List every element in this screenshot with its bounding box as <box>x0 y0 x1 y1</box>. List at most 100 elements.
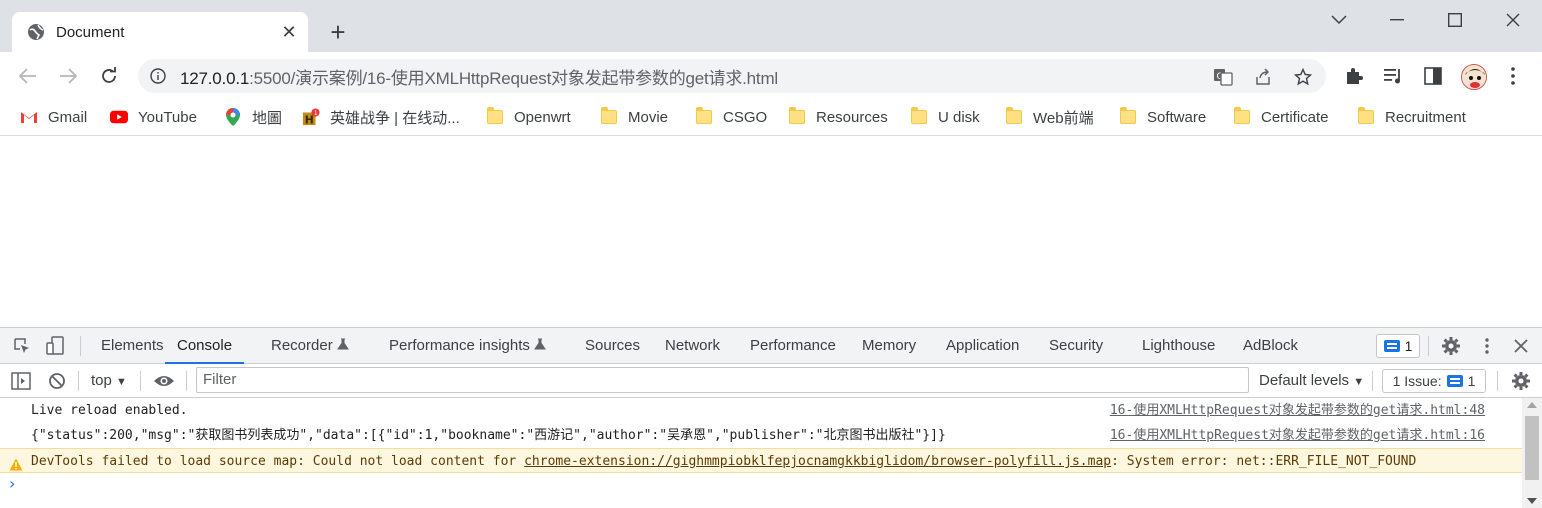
source-map-link[interactable]: chrome-extension://gighmmpiobklfepjocnam… <box>524 454 1111 469</box>
bookmark-star-icon[interactable] <box>1292 66 1314 88</box>
minimize-button[interactable] <box>1368 0 1426 40</box>
settings-gear-icon[interactable] <box>1440 335 1462 357</box>
bookmark-label: 地圖 <box>252 109 283 127</box>
svg-text:1: 1 <box>314 110 318 117</box>
tab-sources[interactable]: Sources <box>585 328 640 364</box>
bookmark-game[interactable]: H1 英雄战争 | 在线动... <box>302 105 460 129</box>
devtools-more-icon[interactable] <box>1476 335 1498 357</box>
sidebar-toggle-icon[interactable] <box>10 370 32 392</box>
bookmark-maps[interactable]: 地圖 <box>224 105 282 129</box>
separator <box>1372 371 1373 391</box>
extensions-puzzle-icon[interactable] <box>1342 64 1366 88</box>
devtools-tabbar: Elements Console Recorder Performance in… <box>0 328 1542 364</box>
browser-toolbar: 127.0.0.1:5500/演示案例/16-使用XMLHttpRequest对… <box>0 52 1542 100</box>
console-scrollbar[interactable] <box>1522 398 1542 508</box>
forward-arrow-icon[interactable] <box>52 60 84 92</box>
flask-icon <box>336 337 349 354</box>
url-text[interactable]: 127.0.0.1:5500/演示案例/16-使用XMLHttpRequest对… <box>180 64 778 89</box>
tab-application[interactable]: Application <box>946 328 1019 364</box>
issues-badge-button[interactable]: 1 <box>1376 334 1420 358</box>
dropdown-arrow-icon: ▼ <box>116 376 127 388</box>
share-icon[interactable] <box>1252 66 1274 88</box>
page-viewport <box>0 137 1542 327</box>
tab-adblock[interactable]: AdBlock <box>1243 328 1298 364</box>
bookmark-label: Movie <box>628 108 669 126</box>
warning-suffix: : System error: net::ERR_FILE_NOT_FOUND <box>1111 454 1417 469</box>
close-devtools-icon[interactable] <box>1510 335 1532 357</box>
folder-icon <box>788 107 806 126</box>
log-text: {"status":200,"msg":"获取图书列表成功","data":[{… <box>31 428 946 443</box>
tab-recorder[interactable]: Recorder <box>271 328 349 364</box>
tab-label: Recorder <box>271 337 333 354</box>
tab-label: Performance insights <box>389 337 530 354</box>
bookmark-gmail[interactable]: Gmail <box>20 105 87 129</box>
bookmark-folder[interactable]: CSGO <box>695 105 767 129</box>
reload-icon[interactable] <box>93 60 125 92</box>
bookmark-label: CSGO <box>723 108 768 126</box>
back-arrow-icon[interactable] <box>12 60 44 92</box>
maximize-button[interactable] <box>1426 0 1484 40</box>
issues-counter-button[interactable]: 1 Issue: 1 <box>1382 369 1486 393</box>
separator <box>80 336 81 356</box>
device-toolbar-icon[interactable] <box>45 335 67 357</box>
context-label: top <box>91 372 112 389</box>
tab-console[interactable]: Console <box>165 328 245 364</box>
bookmark-label: Recruitment <box>1385 108 1466 126</box>
side-panel-icon[interactable] <box>1421 64 1445 88</box>
gmail-icon <box>20 108 38 126</box>
bookmark-folder[interactable]: Openwrt <box>486 105 571 129</box>
close-tab-icon[interactable]: ✕ <box>278 21 300 43</box>
site-info-icon[interactable] <box>148 66 168 86</box>
bookmark-folder[interactable]: U disk <box>910 105 980 129</box>
scroll-down-icon[interactable] <box>1527 498 1537 504</box>
translate-icon[interactable]: G <box>1212 66 1234 88</box>
bookmark-folder[interactable]: Web前端 <box>1005 105 1094 129</box>
message-icon <box>1383 340 1400 352</box>
browser-tab[interactable]: Document ✕ <box>12 12 308 52</box>
tab-network[interactable]: Network <box>665 328 720 364</box>
media-control-icon[interactable] <box>1381 64 1405 88</box>
context-selector[interactable]: top ▼ <box>91 364 127 398</box>
url-host: 127.0.0.1 <box>180 68 250 88</box>
folder-icon <box>1005 107 1023 126</box>
tab-elements[interactable]: Elements <box>101 328 164 364</box>
tab-security[interactable]: Security <box>1049 328 1103 364</box>
bookmark-folder[interactable]: Software <box>1119 105 1206 129</box>
bookmark-folder[interactable]: Movie <box>600 105 668 129</box>
browser-menu-icon[interactable] <box>1501 64 1525 88</box>
console-prompt-chevron-icon[interactable]: › <box>9 474 15 493</box>
scrollbar-thumb[interactable] <box>1525 416 1539 480</box>
separator <box>1497 371 1498 391</box>
log-levels-dropdown[interactable]: Default levels ▼ <box>1259 364 1364 398</box>
close-window-button[interactable] <box>1484 0 1542 40</box>
profile-avatar[interactable] <box>1461 64 1487 90</box>
live-expression-eye-icon[interactable] <box>153 370 175 392</box>
bookmark-youtube[interactable]: YouTube <box>110 105 197 129</box>
console-settings-gear-icon[interactable] <box>1510 370 1532 392</box>
tab-performance[interactable]: Performance <box>750 328 836 364</box>
inspect-element-icon[interactable] <box>11 335 33 357</box>
flask-icon <box>534 337 547 354</box>
svg-text:H: H <box>305 113 314 126</box>
clear-console-icon[interactable] <box>46 370 68 392</box>
url-path: :5500/演示案例/16-使用XMLHttpRequest对象发起带参数的ge… <box>249 68 778 88</box>
bookmark-label: U disk <box>938 108 980 126</box>
new-tab-button[interactable]: + <box>324 17 352 47</box>
address-bar[interactable]: 127.0.0.1:5500/演示案例/16-使用XMLHttpRequest对… <box>138 59 1326 93</box>
bookmark-folder[interactable]: Certificate <box>1233 105 1329 129</box>
folder-icon <box>695 107 713 126</box>
tab-lighthouse[interactable]: Lighthouse <box>1142 328 1215 364</box>
globe-icon <box>27 23 45 41</box>
bookmark-folder[interactable]: Resources <box>788 105 888 129</box>
tab-search-chevron-icon[interactable] <box>1310 0 1368 40</box>
bookmark-folder[interactable]: Recruitment <box>1357 105 1466 129</box>
source-link[interactable]: 16-使用XMLHttpRequest对象发起带参数的get请求.html:48 <box>1110 398 1485 423</box>
tab-performance-insights[interactable]: Performance insights <box>389 328 547 364</box>
tab-memory[interactable]: Memory <box>862 328 916 364</box>
console-output: Live reload enabled. 16-使用XMLHttpRequest… <box>0 398 1522 508</box>
bookmarks-bar: Gmail YouTube 地圖 H1 英雄战争 | 在线动... Openwr… <box>0 100 1542 136</box>
tab-strip: Document ✕ + <box>0 0 1542 52</box>
scroll-up-icon[interactable] <box>1527 402 1537 408</box>
console-filter-input[interactable]: Filter <box>196 367 1249 393</box>
source-link[interactable]: 16-使用XMLHttpRequest对象发起带参数的get请求.html:16 <box>1110 423 1485 448</box>
